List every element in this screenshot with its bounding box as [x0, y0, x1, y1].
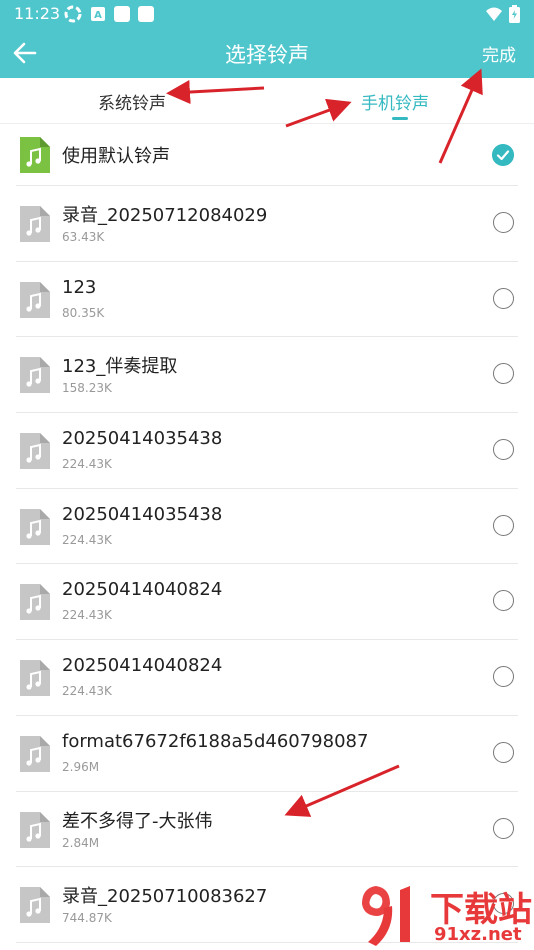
select-radio[interactable] — [493, 212, 514, 233]
list-item[interactable]: 20250414040824 224.43K — [0, 640, 534, 716]
ringtone-name: 20250414035438 — [62, 428, 223, 450]
ringtone-name: 20250414040824 — [62, 655, 223, 677]
notification-icon — [138, 6, 154, 22]
ringtone-name: 20250414035438 — [62, 503, 223, 525]
active-tab-indicator — [392, 117, 408, 120]
svg-text:A: A — [94, 10, 102, 21]
ringtone-size: 158.23K — [62, 381, 112, 396]
ringtone-tabs: 系统铃声 手机铃声 — [0, 78, 534, 124]
ringtone-name: 录音_20250712084029 — [62, 205, 268, 226]
select-radio[interactable] — [493, 741, 514, 763]
list-item[interactable]: 20250414035438 224.43K — [0, 489, 534, 565]
ringtone-name: 123 — [62, 276, 97, 298]
select-radio[interactable] — [493, 817, 514, 839]
list-item[interactable]: 录音_20250712084029 63.43K — [0, 186, 534, 262]
tab-phone-ringtones[interactable]: 手机铃声 — [361, 89, 429, 114]
battery-icon — [509, 5, 520, 23]
ringtone-name: 123_伴奏提取 — [62, 356, 178, 378]
tab-system-ringtones[interactable]: 系统铃声 — [98, 89, 166, 114]
list-item[interactable]: format67672f6188a5d460798087 2.96M — [0, 716, 534, 792]
list-item-default-ringtone[interactable]: 使用默认铃声 — [0, 124, 534, 186]
ringtone-name: 差不多得了-大张伟 — [62, 810, 213, 832]
music-file-icon — [20, 433, 50, 470]
ringtone-name: 录音_20250710083627 — [62, 886, 268, 908]
ringtone-size: 744.87K — [62, 911, 112, 926]
done-button[interactable]: 完成 — [482, 41, 516, 66]
music-file-icon — [20, 584, 50, 621]
status-right-icons — [485, 5, 520, 23]
notification-icon — [114, 6, 130, 22]
status-time: 11:23 — [14, 4, 61, 23]
a-badge-icon: A — [91, 7, 105, 21]
status-icons: A — [64, 5, 154, 23]
default-ringtone-label: 使用默认铃声 — [62, 146, 170, 167]
ringtone-size: 224.43K — [62, 608, 112, 623]
selected-check-icon[interactable] — [492, 144, 514, 166]
select-radio[interactable] — [493, 514, 514, 536]
music-file-icon — [20, 206, 50, 242]
site-watermark: 下载站 91xz.net — [354, 878, 534, 950]
green-music-file-icon — [20, 137, 50, 173]
select-radio[interactable] — [493, 590, 514, 612]
music-file-icon — [20, 735, 50, 772]
list-item[interactable]: 差不多得了-大张伟 2.84M — [0, 792, 534, 868]
watermark-logo-icon — [362, 886, 410, 946]
select-radio[interactable] — [493, 287, 514, 309]
wifi-icon — [486, 7, 502, 21]
music-file-icon — [20, 887, 50, 924]
select-radio[interactable] — [493, 363, 514, 385]
ringtone-name: 20250414040824 — [62, 579, 223, 601]
ringtone-list: 使用默认铃声 录音_20250712084029 63.43K 123 80.3… — [0, 124, 534, 943]
ringtone-size: 2.96M — [62, 759, 100, 774]
music-file-icon — [20, 281, 50, 318]
app-bar: 选择铃声 完成 — [0, 28, 534, 78]
music-file-icon — [20, 357, 50, 394]
music-file-icon — [20, 508, 50, 545]
ringtone-size: 80.35K — [62, 305, 105, 320]
ringtone-size: 224.43K — [62, 532, 112, 547]
music-file-icon — [20, 660, 50, 697]
list-item[interactable]: 123_伴奏提取 158.23K — [0, 337, 534, 414]
ringtone-size: 2.84M — [62, 835, 100, 850]
select-radio[interactable] — [493, 439, 514, 461]
ringtone-size: 224.43K — [62, 684, 112, 699]
watermark-url: 91xz.net — [434, 924, 522, 945]
list-item[interactable]: 123 80.35K — [0, 262, 534, 338]
list-item[interactable]: 20250414040824 224.43K — [0, 564, 534, 641]
ringtone-size: 63.43K — [62, 230, 105, 244]
music-file-icon — [20, 811, 50, 848]
select-radio[interactable] — [493, 666, 514, 688]
ringtone-name: format67672f6188a5d460798087 — [62, 730, 369, 752]
status-bar: 11:23 A — [0, 0, 534, 28]
sync-icon — [64, 5, 82, 23]
ringtone-size: 224.43K — [62, 457, 112, 472]
page-title: 选择铃声 — [225, 43, 309, 67]
list-item[interactable]: 20250414035438 224.43K — [0, 413, 534, 489]
